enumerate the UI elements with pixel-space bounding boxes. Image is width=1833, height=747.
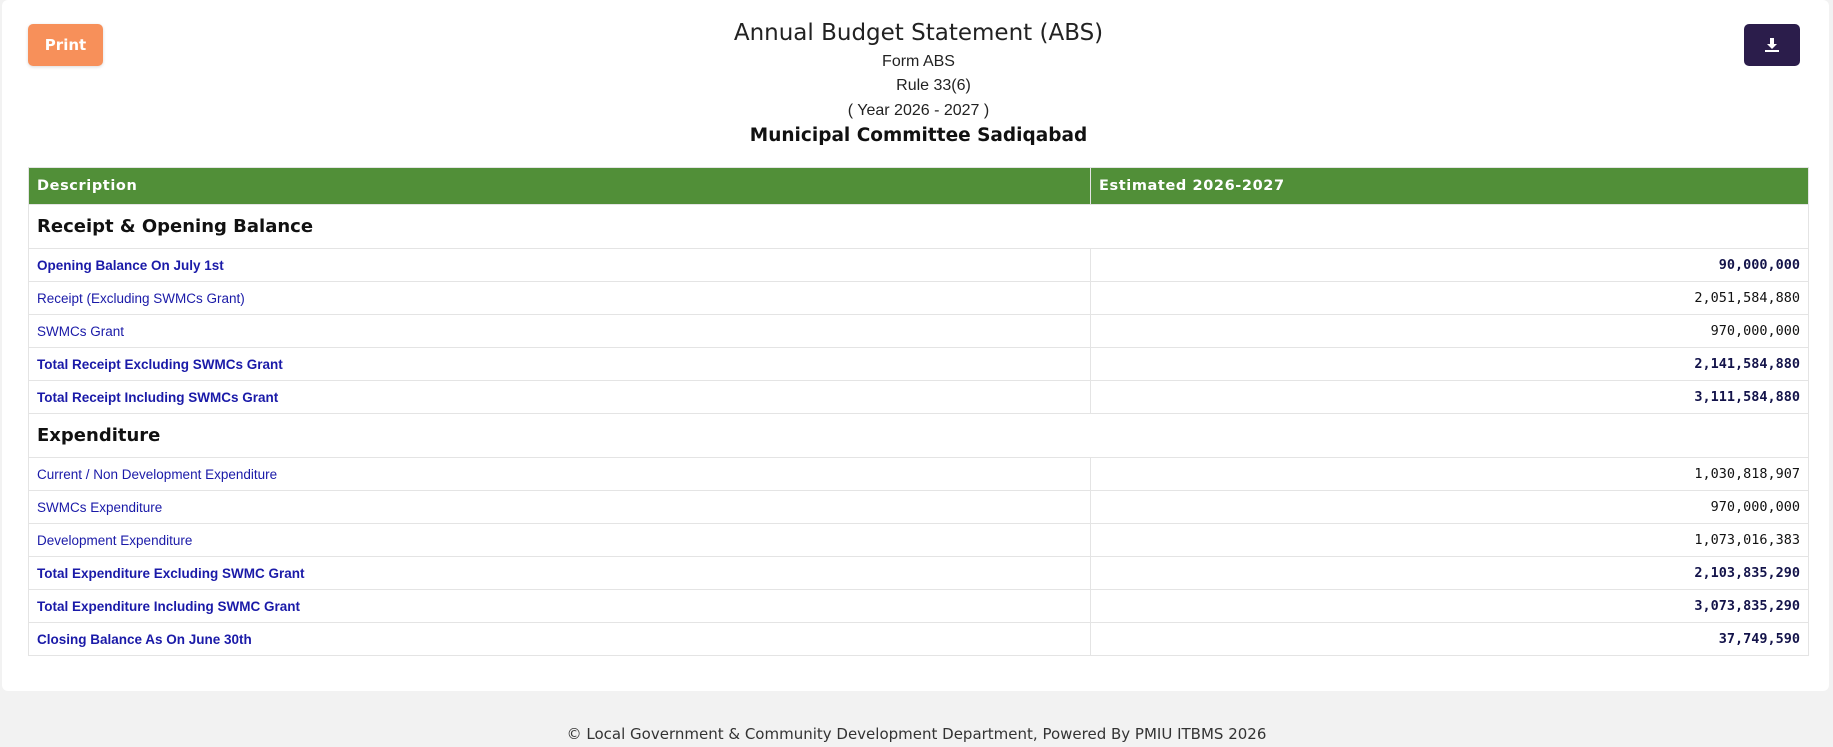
table-row: Closing Balance As On June 30th 37,749,5…	[28, 622, 1809, 656]
row-amount: 2,051,584,880	[1090, 281, 1809, 315]
row-label: Current / Non Development Expenditure	[28, 457, 1091, 491]
report-card: Print Annual Budget Statement (ABS) Form…	[2, 0, 1829, 691]
table-row: Total Receipt Including SWMCs Grant 3,11…	[28, 380, 1809, 414]
row-label: Closing Balance As On June 30th	[28, 622, 1091, 656]
column-header-description: Description	[28, 167, 1091, 205]
row-amount: 2,141,584,880	[1090, 347, 1809, 381]
row-label: Receipt (Excluding SWMCs Grant)	[28, 281, 1091, 315]
section-header-row: Expenditure	[28, 413, 1809, 458]
row-amount: 1,030,818,907	[1090, 457, 1809, 491]
row-amount: 37,749,590	[1090, 622, 1809, 656]
row-label: Total Receipt Excluding SWMCs Grant	[28, 347, 1091, 381]
row-label: Total Receipt Including SWMCs Grant	[28, 380, 1091, 414]
row-label: Development Expenditure	[28, 523, 1091, 557]
table-row: Receipt (Excluding SWMCs Grant) 2,051,58…	[28, 281, 1809, 315]
row-amount: 2,103,835,290	[1090, 556, 1809, 590]
footer-copyright: © Local Government & Community Developme…	[566, 725, 1267, 743]
table-row: Current / Non Development Expenditure 1,…	[28, 457, 1809, 491]
table-row: Total Expenditure Excluding SWMC Grant 2…	[28, 556, 1809, 590]
row-label: Total Expenditure Including SWMC Grant	[28, 589, 1091, 623]
rule-label: Rule 33(6)	[896, 77, 971, 94]
table-row: SWMCs Grant 970,000,000	[28, 314, 1809, 348]
row-amount: 970,000,000	[1090, 314, 1809, 348]
column-header-estimated: Estimated 2026-2027	[1090, 167, 1809, 205]
form-label: Form ABS	[882, 53, 955, 70]
table-row: Total Receipt Excluding SWMCs Grant 2,14…	[28, 347, 1809, 381]
table-header-row: Description Estimated 2026-2027	[28, 167, 1809, 205]
row-amount: 90,000,000	[1090, 248, 1809, 282]
table-row: Development Expenditure 1,073,016,383	[28, 523, 1809, 557]
page-title: Annual Budget Statement (ABS)	[733, 20, 1104, 46]
table-row: Opening Balance On July 1st 90,000,000	[28, 248, 1809, 282]
row-label: Total Expenditure Excluding SWMC Grant	[28, 556, 1091, 590]
row-amount: 3,111,584,880	[1090, 380, 1809, 414]
row-label: SWMCs Expenditure	[28, 490, 1091, 524]
year-label: ( Year 2026 - 2027 )	[847, 102, 990, 119]
table-row: SWMCs Expenditure 970,000,000	[28, 490, 1809, 524]
row-label: SWMCs Grant	[28, 314, 1091, 348]
row-label: Opening Balance On July 1st	[28, 248, 1091, 282]
row-amount: 970,000,000	[1090, 490, 1809, 524]
row-amount: 1,073,016,383	[1090, 523, 1809, 557]
row-amount: 3,073,835,290	[1090, 589, 1809, 623]
section-title-receipts: Receipt & Opening Balance	[28, 204, 1809, 249]
section-header-row: Receipt & Opening Balance	[28, 204, 1809, 249]
table-row: Total Expenditure Including SWMC Grant 3…	[28, 589, 1809, 623]
budget-table: Description Estimated 2026-2027 Receipt …	[28, 167, 1809, 656]
section-title-expenditure: Expenditure	[28, 413, 1809, 458]
committee-name: Municipal Committee Sadiqabad	[749, 125, 1088, 146]
